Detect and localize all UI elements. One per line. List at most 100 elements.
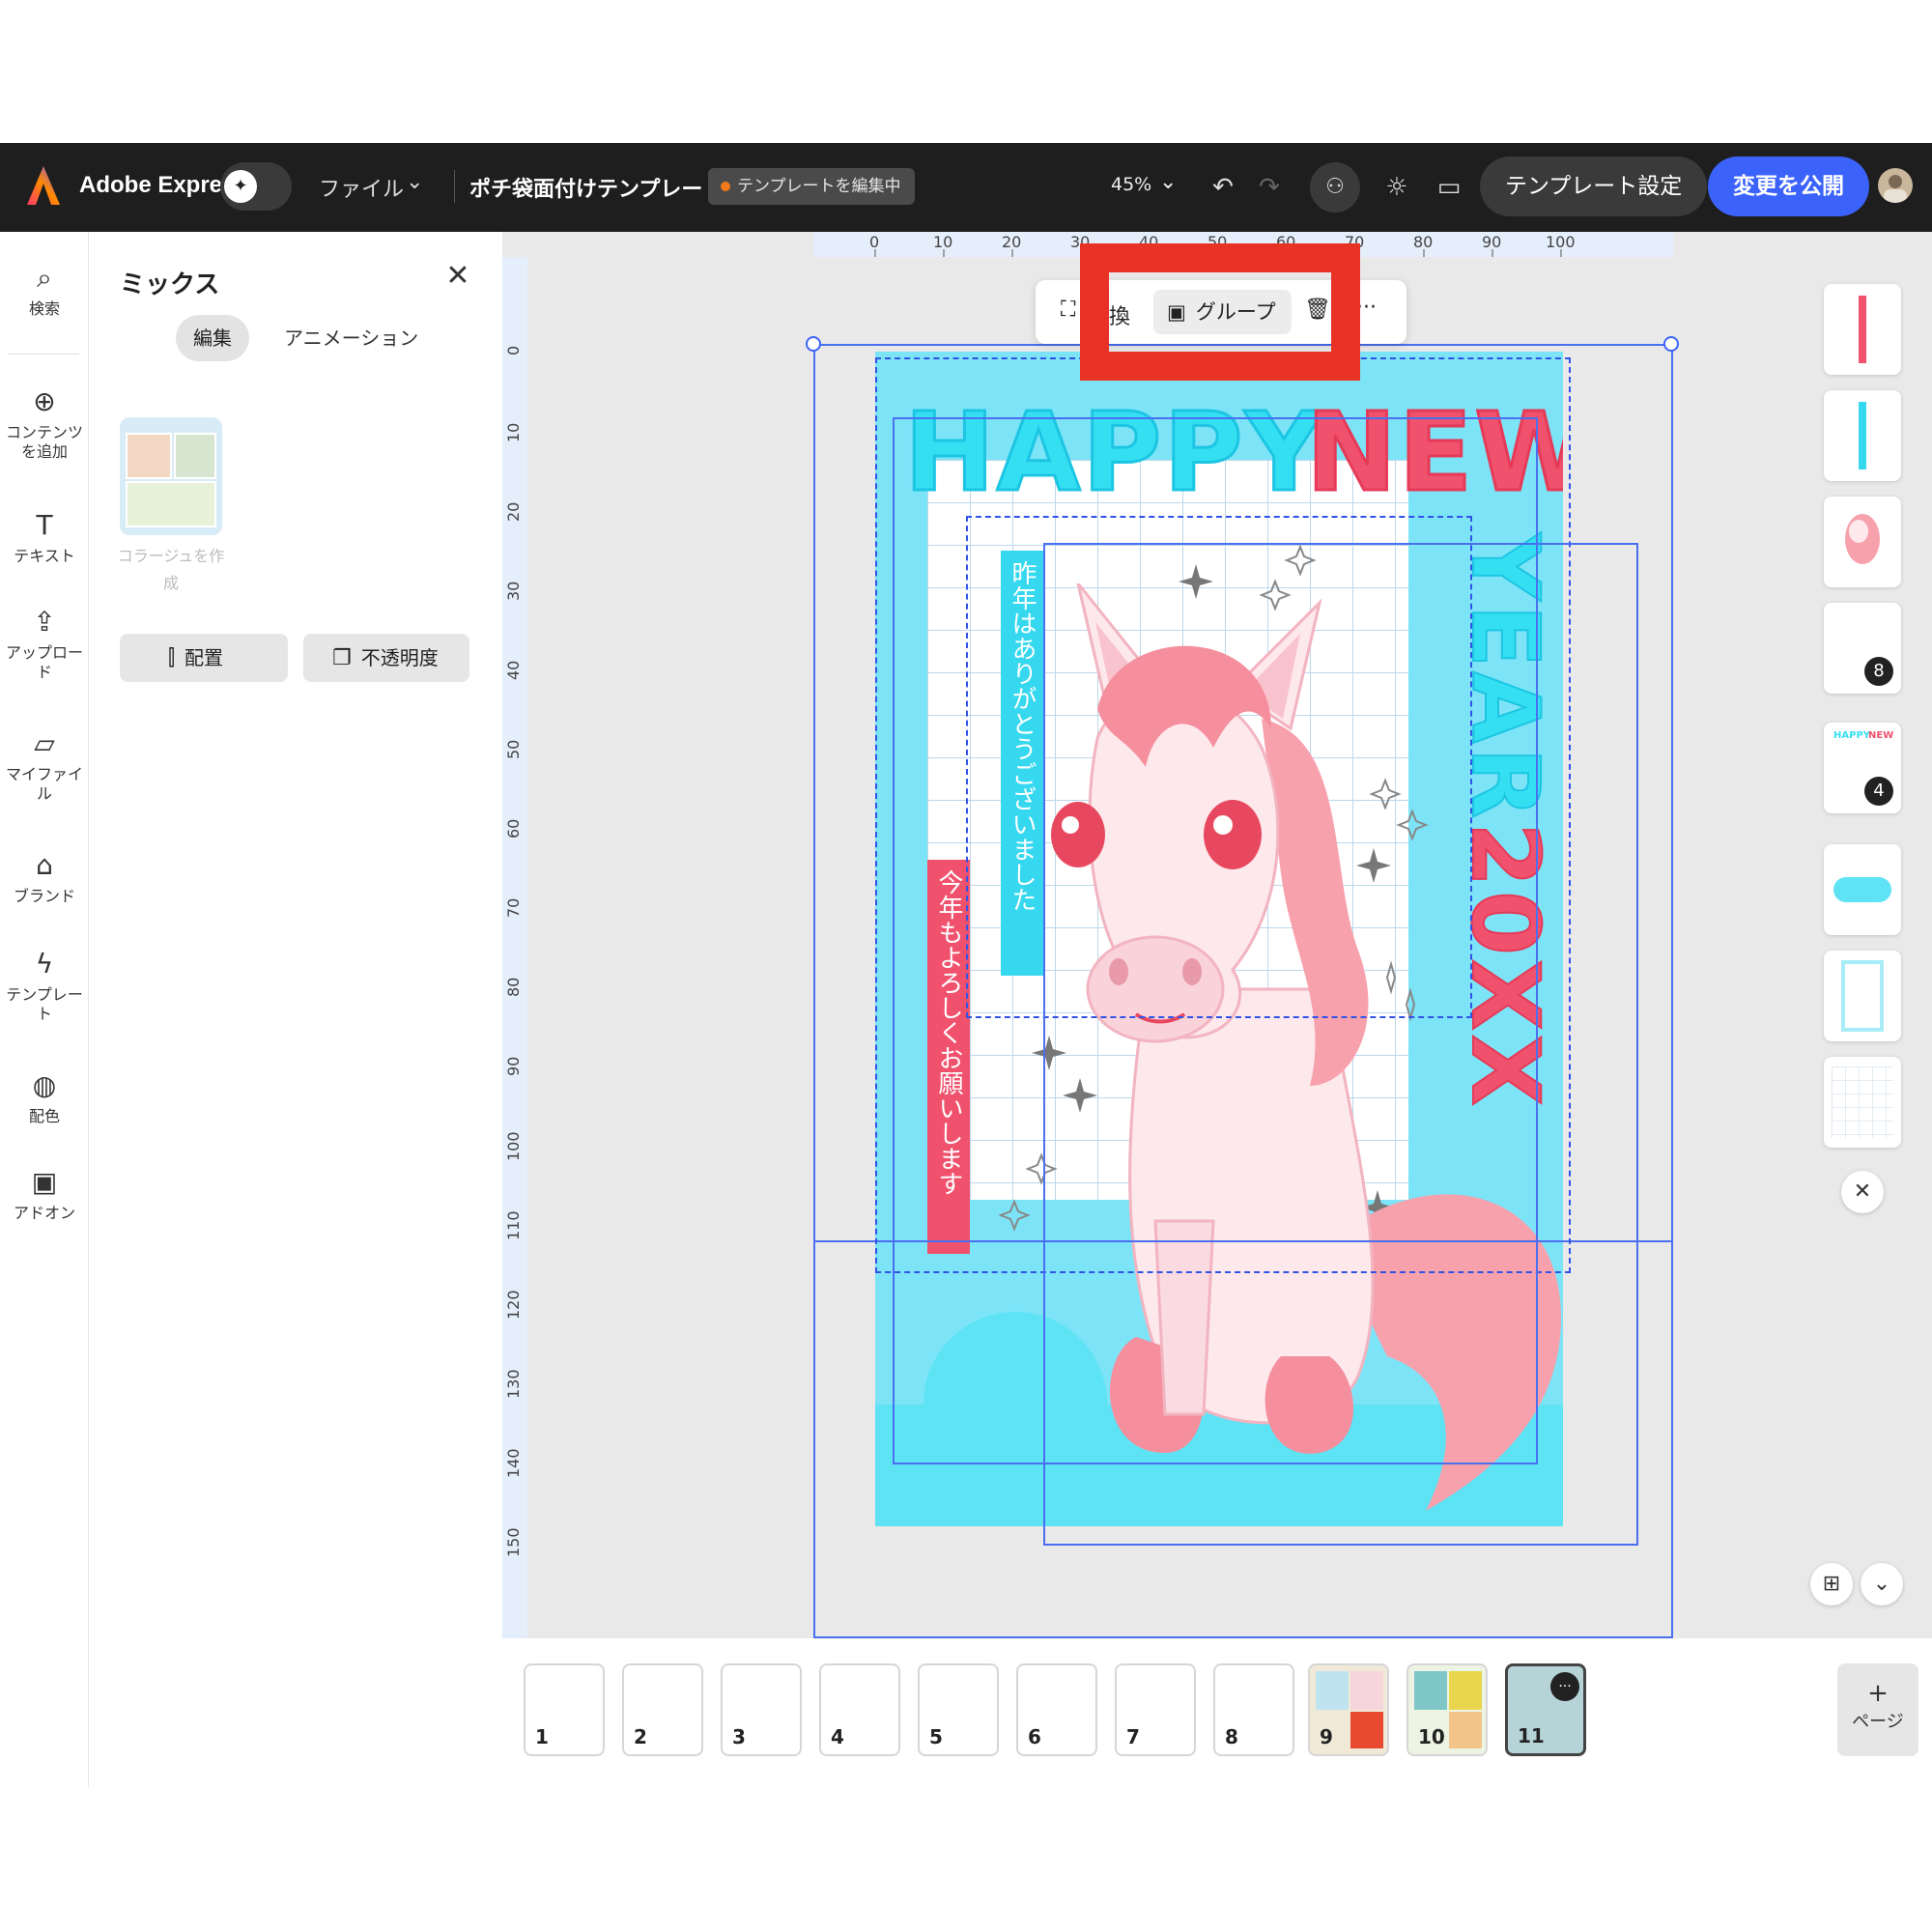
page-thumb-active[interactable]: ··· 11: [1505, 1663, 1586, 1756]
upload-icon: ⇪: [33, 606, 56, 638]
opacity-icon: ❐: [332, 646, 352, 670]
page-thumb[interactable]: 7: [1115, 1663, 1196, 1756]
rail-label: ブランド: [13, 887, 75, 905]
search-icon: ⌕: [37, 262, 52, 294]
chevron-down-icon[interactable]: ⌄: [1861, 1563, 1903, 1605]
replace-icon[interactable]: ⛶: [1061, 298, 1075, 322]
properties-panel: ミックス ✕ 編集 アニメーション コラージュを作成 ⫿ 配置 ❐ 不透明度: [89, 232, 502, 1787]
collage-thumbnail[interactable]: [120, 417, 222, 535]
plus-icon: +: [1867, 1679, 1889, 1708]
rail-colors[interactable]: ◍ 配色: [0, 1068, 89, 1126]
status-dot: [721, 182, 730, 191]
opacity-button[interactable]: ❐ 不透明度: [303, 634, 469, 682]
layer-count-badge: 4: [1864, 777, 1893, 806]
brand-icon: ⌂: [36, 849, 53, 881]
page-thumb[interactable]: 5: [918, 1663, 999, 1756]
grid-view-icon[interactable]: ⊞: [1810, 1563, 1853, 1605]
rail-brand[interactable]: ⌂ ブランド: [0, 848, 89, 906]
layer-thumb[interactable]: [1824, 1057, 1901, 1148]
page-number: 3: [732, 1725, 746, 1748]
magic-toggle[interactable]: ✦: [220, 162, 292, 211]
layer-group-thumb[interactable]: HAPPY NEW 4: [1824, 723, 1901, 813]
ruler-label: 100: [1546, 233, 1576, 251]
zoom-level[interactable]: 45%: [1111, 174, 1151, 195]
text-icon: T: [36, 509, 53, 541]
more-icon[interactable]: ···: [1550, 1672, 1579, 1701]
close-icon[interactable]: ✕: [1841, 1171, 1884, 1213]
undo-icon[interactable]: ↶: [1200, 164, 1246, 211]
folder-icon: ▱: [34, 727, 55, 759]
top-bar: Adobe Express ✦ ファイル ⌄ ポチ袋面付けテンプレート テンプレ…: [0, 143, 1932, 232]
rail-templates[interactable]: ϟ テンプレート: [0, 947, 89, 1024]
document-title[interactable]: ポチ袋面付けテンプレート: [469, 172, 724, 203]
user-avatar[interactable]: [1878, 168, 1913, 203]
chevron-down-icon[interactable]: ⌄: [406, 170, 423, 194]
ruler-label: 30: [504, 581, 523, 601]
resize-handle[interactable]: [1663, 336, 1679, 352]
rail-search[interactable]: ⌕ 検索: [0, 261, 89, 319]
rail-upload[interactable]: ⇪ アップロード: [0, 605, 89, 682]
ruler-label: 10: [933, 233, 953, 251]
tab-animation[interactable]: アニメーション: [272, 315, 430, 361]
plus-circle-icon: ⊕: [33, 385, 56, 417]
ruler-label: 120: [504, 1290, 523, 1320]
ruler-label: 90: [1482, 233, 1502, 251]
ruler-label: 40: [504, 660, 523, 680]
ruler-label: 140: [504, 1448, 523, 1478]
page-number: 8: [1225, 1725, 1238, 1748]
panel-title: ミックス: [120, 270, 220, 299]
layer-thumb[interactable]: [1824, 390, 1901, 481]
rail-label: アドオン: [13, 1204, 75, 1222]
edit-status-text: テンプレートを編集中: [737, 177, 901, 196]
element-bounds[interactable]: [1043, 543, 1638, 1546]
layer-thumb[interactable]: [1824, 284, 1901, 375]
sparkle-icon: ✦: [224, 170, 257, 203]
annotation-highlight-box: [1080, 243, 1360, 381]
page-thumb[interactable]: 2: [622, 1663, 703, 1756]
opacity-label: 不透明度: [360, 646, 439, 669]
ruler-label: 80: [504, 977, 523, 997]
ruler-label: 20: [1002, 233, 1022, 251]
layer-thumb[interactable]: [1824, 951, 1901, 1041]
ruler-label: 80: [1413, 233, 1434, 251]
page-number: 9: [1320, 1725, 1333, 1748]
arrange-button[interactable]: ⫿ 配置: [120, 634, 288, 682]
comment-icon[interactable]: ▭: [1426, 164, 1472, 211]
page-thumb[interactable]: 9: [1308, 1663, 1389, 1756]
collaborator-icon[interactable]: ⚇: [1310, 162, 1360, 213]
page-thumb[interactable]: 1: [524, 1663, 605, 1756]
file-menu[interactable]: ファイル: [319, 172, 404, 203]
add-page-button[interactable]: + ページ: [1837, 1663, 1918, 1756]
divider: [454, 170, 455, 203]
page-number: 10: [1418, 1725, 1445, 1748]
publish-button[interactable]: 変更を公開: [1708, 156, 1869, 216]
template-settings-button[interactable]: テンプレート設定: [1480, 156, 1708, 216]
chevron-down-icon[interactable]: ⌄: [1159, 170, 1177, 194]
rail-addons[interactable]: ▣ アドオン: [0, 1165, 89, 1223]
lightbulb-icon[interactable]: ☼: [1374, 164, 1420, 211]
layer-group-thumb[interactable]: 8: [1824, 603, 1901, 694]
rail-label: テンプレート: [6, 985, 83, 1023]
close-icon[interactable]: ✕: [439, 257, 477, 296]
tab-edit[interactable]: 編集: [176, 315, 249, 361]
layer-count-badge: 8: [1864, 657, 1893, 686]
mini-happy: HAPPY: [1833, 730, 1871, 741]
add-page-label: ページ: [1852, 1712, 1904, 1732]
ruler-label: 70: [504, 897, 523, 918]
rail-my-files[interactable]: ▱ マイファイル: [0, 726, 89, 804]
rail-text[interactable]: T テキスト: [0, 508, 89, 566]
page-number: 5: [929, 1725, 943, 1748]
redo-icon[interactable]: ↷: [1246, 164, 1293, 211]
adobe-express-logo[interactable]: [25, 164, 62, 207]
rail-add-content[interactable]: ⊕ コンテンツを追加: [0, 384, 89, 462]
page-thumb[interactable]: 6: [1016, 1663, 1097, 1756]
layer-thumb[interactable]: [1824, 497, 1901, 587]
layer-thumb[interactable]: [1824, 844, 1901, 935]
ruler-label: 0: [504, 345, 523, 355]
page-thumb[interactable]: 4: [819, 1663, 900, 1756]
page-thumb[interactable]: 3: [721, 1663, 802, 1756]
page-thumb[interactable]: 8: [1213, 1663, 1294, 1756]
page-thumb[interactable]: 10: [1406, 1663, 1488, 1756]
resize-handle[interactable]: [806, 336, 821, 352]
arrange-label: 配置: [185, 646, 224, 669]
